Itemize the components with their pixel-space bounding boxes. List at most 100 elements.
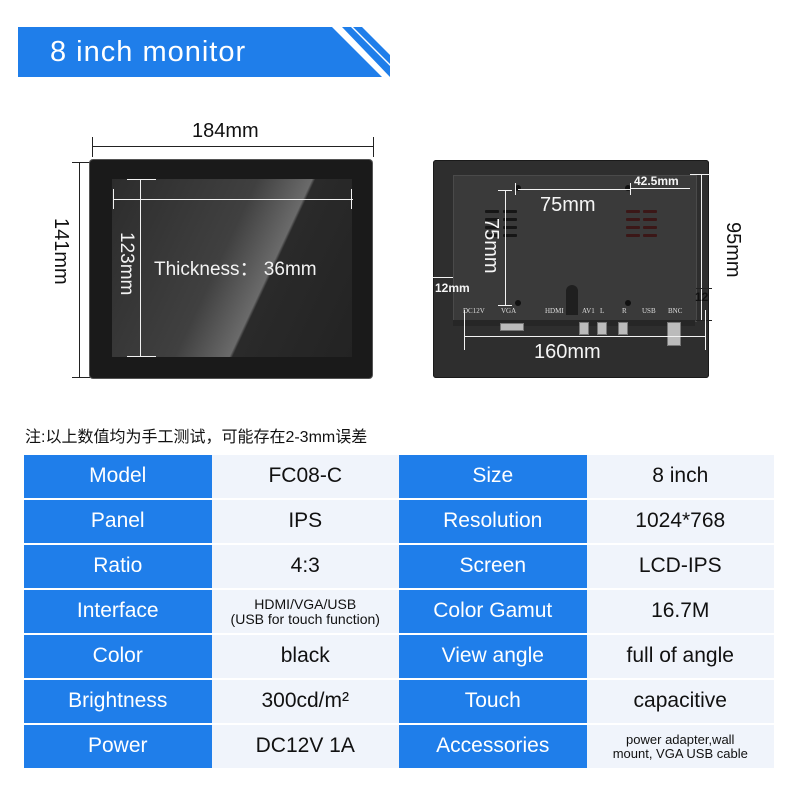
table-row: Brightness 300cd/m² Touch capacitive	[24, 679, 774, 725]
dimension-tick	[498, 190, 512, 191]
vent-slot	[643, 218, 657, 221]
table-row: Ratio 4:3 Screen LCD-IPS	[24, 544, 774, 590]
banner-title: 8 inch monitor	[50, 36, 247, 68]
spec-value: HDMI/VGA/USB (USB for touch function)	[211, 589, 399, 635]
bracket-slot	[566, 285, 578, 315]
spec-value-line: power adapter,wall	[626, 731, 735, 747]
front-width-label: 184mm	[192, 120, 259, 142]
port-label-l: L	[600, 307, 605, 315]
spec-key: Color Gamut	[399, 589, 587, 635]
table-row: Power DC12V 1A Accessories power adapter…	[24, 724, 774, 770]
measurement-note: 注:以上数值均为手工测试，可能存在2-3mm误差	[25, 429, 368, 446]
offset-left-line	[433, 277, 453, 278]
front-height-label: 141mm	[50, 218, 72, 285]
vga-port	[500, 323, 524, 331]
dimension-tick	[690, 174, 710, 175]
spec-key: Power	[24, 724, 212, 770]
vent-slot	[643, 210, 657, 213]
table-row: Interface HDMI/VGA/USB (USB for touch fu…	[24, 589, 774, 635]
port-label-usb: USB	[642, 307, 656, 315]
dimension-tick	[127, 356, 156, 357]
screen-height-label: 123mm	[116, 232, 137, 296]
banner-stripes-decoration	[332, 27, 390, 77]
spec-key: Size	[399, 455, 587, 500]
table-row: Color black View angle full of angle	[24, 634, 774, 680]
thickness-label: Thickness： 36mm	[154, 259, 317, 280]
vent-slot	[485, 210, 499, 213]
spec-key: Ratio	[24, 544, 212, 590]
back-width-line	[464, 336, 706, 337]
spec-key: Interface	[24, 589, 212, 635]
spec-value-line: (USB for touch function)	[230, 610, 380, 627]
dimension-tick	[498, 305, 512, 306]
spec-key: View angle	[399, 634, 587, 680]
spec-key: Touch	[399, 679, 587, 725]
port-label-bnc: BNC	[668, 307, 683, 315]
spec-key: Panel	[24, 499, 212, 545]
vesa-hole	[515, 300, 521, 306]
dimension-tick	[373, 137, 374, 157]
port-label-r: R	[622, 307, 627, 315]
dimension-tick	[127, 179, 156, 180]
spec-value: capacitive	[586, 679, 774, 725]
vent-slot	[626, 210, 640, 213]
dimension-tick	[72, 377, 90, 378]
front-width-dimension-line	[92, 146, 374, 147]
dimension-tick	[696, 320, 712, 321]
port-label-hdmi: HDMI	[545, 307, 564, 315]
spec-value: 8 inch	[586, 455, 774, 500]
vesa-hole	[625, 300, 631, 306]
spec-value: DC12V 1A	[211, 724, 399, 770]
dimension-tick	[92, 137, 93, 157]
table-row: Model FC08-C Size 8 inch	[24, 455, 774, 500]
spec-key: Resolution	[399, 499, 587, 545]
port-label-vga: VGA	[501, 307, 517, 315]
vent-slot	[643, 234, 657, 237]
spec-value: 1024*768	[586, 499, 774, 545]
spec-key: Color	[24, 634, 212, 680]
vesa-vertical-line	[505, 190, 506, 305]
back-width-label: 160mm	[534, 341, 601, 363]
spec-value: LCD-IPS	[586, 544, 774, 590]
vent-slot	[643, 226, 657, 229]
offset-top-label: 42.5mm	[634, 174, 679, 188]
bnc-connector	[667, 322, 681, 346]
spec-key: Brightness	[24, 679, 212, 725]
offset-top-line	[630, 188, 690, 189]
spec-key: Accessories	[399, 724, 587, 770]
spec-value: IPS	[211, 499, 399, 545]
port-label-av1: AV1	[582, 307, 595, 315]
dimension-tick	[72, 162, 90, 163]
vent-slot	[626, 234, 640, 237]
dimension-tick	[630, 183, 631, 195]
screen-height-line	[140, 179, 141, 357]
spec-key: Screen	[399, 544, 587, 590]
dimension-tick	[351, 189, 352, 209]
spec-value: full of angle	[586, 634, 774, 680]
back-height-label: 95mm	[722, 222, 744, 278]
spec-key: Model	[24, 455, 212, 500]
dimension-tick	[113, 189, 114, 209]
spec-value: 16.7M	[586, 589, 774, 635]
dimension-tick	[464, 310, 465, 350]
vent-slot	[626, 218, 640, 221]
port-label-dc12v: DC12V	[463, 307, 485, 315]
vesa-vertical-label: 75mm	[480, 218, 502, 274]
vesa-horizontal-label: 75mm	[540, 194, 596, 216]
spec-value: FC08-C	[211, 455, 399, 500]
dimension-tick	[696, 288, 712, 289]
offset-right-label: 12	[695, 290, 709, 304]
spec-value-line: mount, VGA USB cable	[612, 745, 748, 761]
front-height-dimension-line	[79, 162, 80, 377]
dimension-tick	[705, 310, 706, 350]
spec-value: power adapter,wall mount, VGA USB cable	[586, 724, 774, 770]
av-jack	[579, 322, 589, 335]
offset-left-label: 12mm	[435, 281, 470, 295]
vesa-horizontal-line	[518, 189, 630, 190]
spec-table: Model FC08-C Size 8 inch Panel IPS Resol…	[24, 455, 774, 770]
spec-value: black	[211, 634, 399, 680]
dimension-tick	[515, 183, 516, 195]
audio-r-jack	[618, 322, 628, 335]
port-strip	[453, 320, 695, 326]
table-row: Panel IPS Resolution 1024*768	[24, 499, 774, 545]
